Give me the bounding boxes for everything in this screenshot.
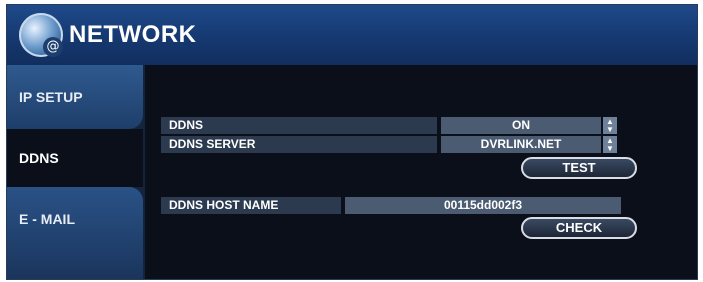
test-button[interactable]: TEST xyxy=(521,157,637,179)
tab-ip-setup[interactable]: IP SETUP xyxy=(7,65,143,129)
sidebar: IP SETUP DDNS E - MAIL xyxy=(7,65,145,279)
ddns-value[interactable]: ON xyxy=(441,117,601,134)
tab-email[interactable]: E - MAIL xyxy=(7,187,143,279)
ddns-host-name-field[interactable]: 00115dd002f3 xyxy=(345,197,621,214)
at-sign-icon: @ xyxy=(43,37,63,57)
check-button[interactable]: CHECK xyxy=(521,217,637,239)
globe-at-icon: @ xyxy=(19,13,63,57)
header-bar: @ NETWORK xyxy=(7,5,697,65)
page-title: NETWORK xyxy=(69,21,197,48)
ddns-label: DDNS xyxy=(161,117,437,134)
tab-ddns[interactable]: DDNS xyxy=(7,129,143,187)
network-window: @ NETWORK IP SETUP DDNS E - MAIL DDNS ON… xyxy=(6,4,698,280)
ddns-host-name-label: DDNS HOST NAME xyxy=(161,197,341,214)
ddns-server-value[interactable]: DVRLINK.NET xyxy=(441,136,601,153)
ddns-panel: DDNS ON ▲ ▼ DDNS SERVER DVRLINK.NET ▲ ▼ TE… xyxy=(145,65,697,279)
ddns-server-spinner-icon[interactable]: ▲ ▼ xyxy=(603,136,617,153)
ddns-spinner-icon[interactable]: ▲ ▼ xyxy=(603,117,617,134)
ddns-server-label: DDNS SERVER xyxy=(161,136,437,153)
